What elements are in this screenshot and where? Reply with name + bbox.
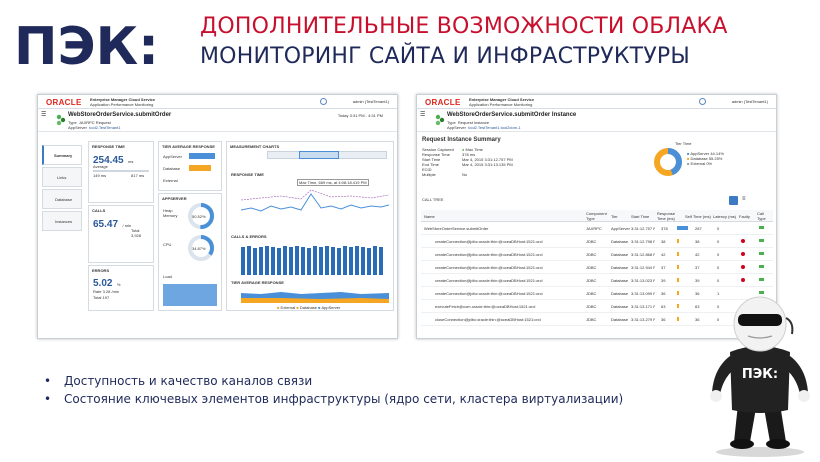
table-row[interactable]: createConnection@jdbc:oracle:thin:@oceaD…: [421, 248, 773, 261]
menu-icon[interactable]: ☰: [420, 112, 425, 118]
call-name: createConnection@jdbc:oracle:thin:@oceaD…: [435, 252, 543, 257]
fault-indicator: [741, 239, 745, 243]
mascot-illustration: ПЭК:: [710, 296, 810, 457]
call-name: WebStoreOrderService.submitOrder: [424, 226, 489, 231]
bullet-item: Доступность и качество каналов связи: [44, 372, 623, 390]
call-type-indicator: [759, 278, 764, 281]
chart-tooltip: Max Time, 669 ms, at 4:08:18.419 PM: [297, 179, 369, 186]
title-line-1: ДОПОЛНИТЕЛЬНЫЕ ВОЗМОЖНОСТИ ОБЛАКА: [200, 14, 728, 39]
call-name: createConnection@jdbc:oracle:thin:@oceaD…: [435, 278, 543, 283]
svg-text:ПЭК:: ПЭК:: [14, 18, 159, 70]
self-time-bar: [677, 252, 679, 256]
top-bar: ORACLE Enterprise Manager Cloud Service …: [38, 95, 397, 109]
user-menu[interactable]: admin (TestTenant1): [732, 99, 768, 104]
call-name: createConnection@jdbc:oracle:thin:@oceaD…: [435, 265, 543, 270]
table-row[interactable]: createConnection@jdbc:oracle:thin:@oceaD…: [421, 261, 773, 274]
calls-panel: CALLS 65.47 / min Total 3,928: [88, 205, 154, 263]
pek-logo: ПЭК:: [14, 18, 159, 70]
list-view-toggle[interactable]: ≡: [742, 196, 746, 202]
title-line-2: МОНИТОРИНГ САЙТА И ИНФРАСТРУКТУРЫ: [200, 44, 690, 69]
oracle-logo: ORACLE: [46, 98, 82, 107]
measurement-charts-panel: MEASUREMENT CHARTS RESPONSE TIME Max Tim…: [226, 141, 394, 311]
clock-icon[interactable]: [699, 98, 706, 105]
response-time-panel: RESPONSE TIME 254.45 ms Average 149 ms 8…: [88, 141, 154, 203]
bullet-list: Доступность и качество каналов связи Сос…: [44, 372, 623, 408]
slide: ПЭК: ДОПОЛНИТЕЛЬНЫЕ ВОЗМОЖНОСТИ ОБЛАКА М…: [0, 0, 820, 462]
self-time-bar: [677, 317, 679, 321]
svg-text:ПЭК:: ПЭК:: [742, 367, 778, 382]
summary-table: Session Captured ● Max Time Response Time…: [422, 147, 513, 177]
call-type-indicator: [759, 239, 764, 242]
tree-view-toggle[interactable]: [729, 196, 738, 205]
apm-service-dashboard-screenshot: ORACLE Enterprise Manager Cloud Service …: [37, 94, 398, 339]
tier-time-donut: [654, 148, 682, 176]
fault-indicator: [741, 278, 745, 282]
menu-icon[interactable]: ☰: [41, 112, 46, 118]
nav-summary[interactable]: Summary: [42, 145, 82, 165]
nav-instances[interactable]: Instances: [42, 211, 82, 231]
bullet-item: Состояние ключевых элементов инфраструкт…: [44, 390, 623, 408]
call-tree-label: CALL TREE: [422, 197, 444, 202]
service-title: WebStoreOrderService.submitOrder Instanc…: [447, 112, 577, 118]
call-name: executeFetch@com.oracle:thin:@oceaDBHost…: [435, 304, 536, 309]
self-time-bar: [677, 226, 688, 230]
response-time-chart: [241, 189, 389, 212]
fault-indicator: [741, 265, 745, 269]
nav-database[interactable]: Database: [42, 189, 82, 209]
table-row[interactable]: createConnection@jdbc:oracle:thin:@oceaD…: [421, 235, 773, 248]
service-topology-icon: [435, 114, 445, 126]
table-header: Name Component Type Tier Start Time Resp…: [421, 210, 773, 222]
errors-panel: ERRORS 5.02 % Rate 3.28 /min Total 197: [88, 265, 154, 311]
call-type-indicator: [759, 265, 764, 268]
self-time-bar: [677, 239, 679, 243]
self-time-bar: [677, 278, 679, 282]
call-name: closeConnection@jdbc:oracle:thin:@oceaDB…: [435, 317, 541, 322]
time-range[interactable]: Today 3:31 PM - 4:31 PM: [338, 113, 383, 118]
calls-errors-chart: [241, 246, 383, 275]
nav-links[interactable]: Links: [42, 167, 82, 187]
fault-indicator: [741, 252, 745, 256]
appserver-panel: APPSERVER Heap Memory 50.52% CPU 34.87% …: [158, 193, 222, 311]
app-subtitle: Application Performance Monitoring: [90, 102, 154, 107]
self-time-bar: [677, 304, 679, 308]
service-topology-icon: [56, 114, 66, 126]
summary-title: Request Instance Summary: [422, 137, 501, 143]
call-name: createConnection@jdbc:oracle:thin:@oceaD…: [435, 239, 543, 244]
self-time-bar: [677, 291, 679, 295]
table-row[interactable]: WebStoreOrderService.submitOrder JAXRPC Ap…: [421, 222, 773, 235]
call-type-indicator: [759, 252, 764, 255]
self-time-bar: [677, 265, 679, 269]
user-menu[interactable]: admin (TestTenant1): [353, 99, 389, 104]
service-title: WebStoreOrderService.submitOrder: [68, 112, 172, 118]
service-header: ☰ WebStoreOrderService.submitOrder Type …: [38, 110, 397, 132]
table-row[interactable]: createConnection@jdbc:oracle:thin:@oceaD…: [421, 274, 773, 287]
call-type-indicator: [759, 226, 764, 229]
tier-average-panel: TIER AVERAGE RESPONSE AppServer Database…: [158, 141, 222, 191]
tier-average-chart: [241, 292, 389, 303]
call-name: createConnection@jdbc:oracle:thin:@oceaD…: [435, 291, 543, 296]
oracle-logo: ORACLE: [425, 98, 461, 107]
clock-icon[interactable]: [320, 98, 327, 105]
